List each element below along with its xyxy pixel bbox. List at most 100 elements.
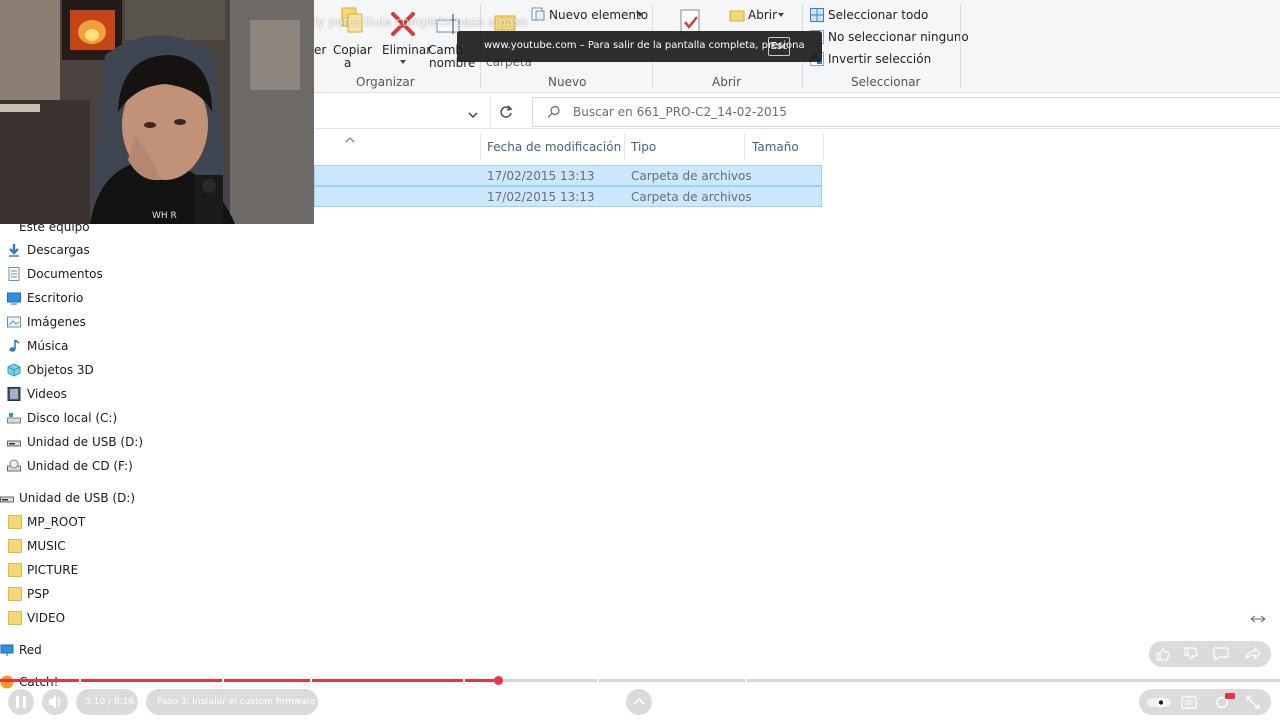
nav-item-imagenes[interactable]: Imágenes [27, 315, 86, 329]
move-to-button-label[interactable]: er [314, 43, 326, 57]
desktop-icon [7, 291, 21, 305]
column-header-tipo[interactable]: Tipo [631, 140, 656, 154]
copy-to-button[interactable]: Copiar [333, 43, 372, 57]
time-display: 3:10 / 8:16 [76, 689, 138, 715]
folder-icon [8, 587, 22, 601]
webcam-overlay: WH R [0, 0, 314, 224]
resize-handle-icon[interactable] [1250, 613, 1266, 623]
nav-item-usb[interactable]: Unidad de USB (D:) [27, 435, 143, 449]
row-type: Carpeta de archivos [631, 190, 752, 204]
chevron-down-icon[interactable] [468, 108, 478, 119]
catch-app-icon [0, 675, 14, 689]
table-row[interactable]: 17/02/2015 13:13 Carpeta de archivos [314, 165, 822, 186]
delete-button[interactable]: Eliminar [382, 43, 431, 57]
nav-folder-mp-root[interactable]: MP_ROOT [27, 515, 85, 529]
search-input[interactable]: Buscar en 661_PRO-C2_14-02-2015 [532, 97, 1280, 127]
select-all-icon[interactable] [810, 8, 824, 22]
chapter-marker [745, 679, 747, 682]
open-button[interactable]: Abrir [748, 8, 777, 22]
open-icon[interactable] [729, 8, 745, 22]
videos-icon [7, 387, 21, 401]
invert-selection-button[interactable]: Invertir selección [828, 52, 931, 66]
nav-item-descargas[interactable]: Descargas [27, 243, 90, 257]
chapter-button[interactable]: Paso 3: Instalar el custom firmware › [146, 689, 318, 715]
chevron-down-icon[interactable] [400, 60, 406, 64]
nav-catch[interactable]: Catch! [19, 675, 58, 689]
copy-to-sub: a [344, 56, 352, 70]
refresh-icon[interactable] [499, 105, 513, 119]
nav-item-disco-local[interactable]: Disco local (C:) [27, 411, 117, 425]
nav-folder-picture[interactable]: PICTURE [27, 563, 78, 577]
chapter-marker [597, 679, 599, 682]
sort-up-icon[interactable] [345, 132, 355, 143]
nav-network[interactable]: Red [19, 643, 42, 657]
folder-icon [8, 611, 22, 625]
esc-key[interactable]: Esc [768, 37, 790, 56]
nav-folder-music[interactable]: MUSIC [27, 539, 66, 553]
progress-scrubber[interactable] [493, 676, 503, 685]
music-icon [7, 339, 21, 353]
usb-drive-icon [0, 491, 14, 505]
chevron-down-icon[interactable] [637, 13, 643, 17]
folder-icon [8, 515, 22, 529]
like-icon[interactable] [1155, 645, 1173, 663]
new-item-button[interactable]: Nuevo elemento [549, 8, 648, 22]
expand-up-button[interactable] [626, 689, 652, 715]
search-placeholder: Buscar en 661_PRO-C2_14-02-2015 [573, 105, 787, 119]
chapter-marker [222, 679, 224, 682]
column-header-tamano[interactable]: Tamaño [752, 140, 799, 154]
nav-item-musica[interactable]: Música [27, 339, 69, 353]
group-label-organizar: Organizar [356, 75, 415, 89]
pictures-icon [7, 315, 21, 329]
nav-item-videos[interactable]: Videos [27, 387, 67, 401]
objects-3d-icon [7, 363, 21, 377]
select-all-button[interactable]: Seleccionar todo [828, 8, 928, 22]
select-none-button[interactable]: No seleccionar ninguno [828, 30, 969, 44]
folder-icon [8, 539, 22, 553]
column-header-fecha[interactable]: Fecha de modificación [487, 140, 621, 154]
chapter-marker [463, 679, 465, 682]
dislike-icon[interactable] [1182, 645, 1200, 663]
subtitles-icon[interactable] [1182, 695, 1198, 709]
group-label-seleccionar: Seleccionar [851, 75, 921, 89]
nav-folder-video[interactable]: VIDEO [27, 611, 65, 625]
local-disk-icon [7, 411, 21, 425]
cd-drive-icon [7, 459, 21, 473]
usb-drive-icon [7, 435, 21, 449]
table-row[interactable]: 17/02/2015 13:13 Carpeta de archivos [314, 186, 822, 207]
volume-button[interactable] [42, 689, 68, 715]
group-label-abrir: Abrir [712, 75, 742, 89]
nav-usb-root[interactable]: Unidad de USB (D:) [19, 491, 135, 505]
address-bar-row: Buscar en 661_PRO-C2_14-02-2015 [314, 96, 1280, 129]
chevron-right-icon: › [297, 696, 301, 707]
gear-icon[interactable] [1214, 693, 1232, 711]
nav-item-escritorio[interactable]: Escritorio [27, 291, 83, 305]
pause-button[interactable] [8, 689, 34, 715]
row-date: 17/02/2015 13:13 [487, 169, 595, 183]
chapter-marker [310, 679, 312, 682]
nav-item-cd[interactable]: Unidad de CD (F:) [27, 459, 133, 473]
chevron-down-icon[interactable] [778, 13, 784, 17]
video-title-overlay: ly porta Guia completa paso a paso [314, 15, 528, 29]
svg-text:WH R: WH R [152, 211, 177, 221]
nav-item-documentos[interactable]: Documentos [27, 267, 103, 281]
folder-icon [8, 563, 22, 577]
downloads-icon [7, 243, 21, 257]
comment-icon[interactable] [1212, 645, 1230, 663]
exit-fullscreen-icon[interactable] [1245, 693, 1263, 711]
fullscreen-notice-text: www.youtube.com – Para salir de la panta… [484, 40, 805, 51]
new-item-icon[interactable] [531, 7, 545, 21]
share-icon[interactable] [1244, 645, 1262, 663]
network-icon [0, 643, 14, 657]
row-date: 17/02/2015 13:13 [487, 190, 595, 204]
group-label-nuevo: Nuevo [548, 75, 587, 89]
nav-item-objetos-3d[interactable]: Objetos 3D [27, 363, 94, 377]
documents-icon [7, 267, 21, 281]
fullscreen-notice: www.youtube.com – Para salir de la panta… [457, 31, 822, 62]
chapter-marker [79, 679, 81, 682]
nav-folder-psp[interactable]: PSP [27, 587, 49, 601]
autoplay-toggle[interactable] [1147, 695, 1171, 709]
search-icon [547, 105, 561, 119]
row-type: Carpeta de archivos [631, 169, 752, 183]
time-text: 3:10 / 8:16 [85, 697, 135, 707]
